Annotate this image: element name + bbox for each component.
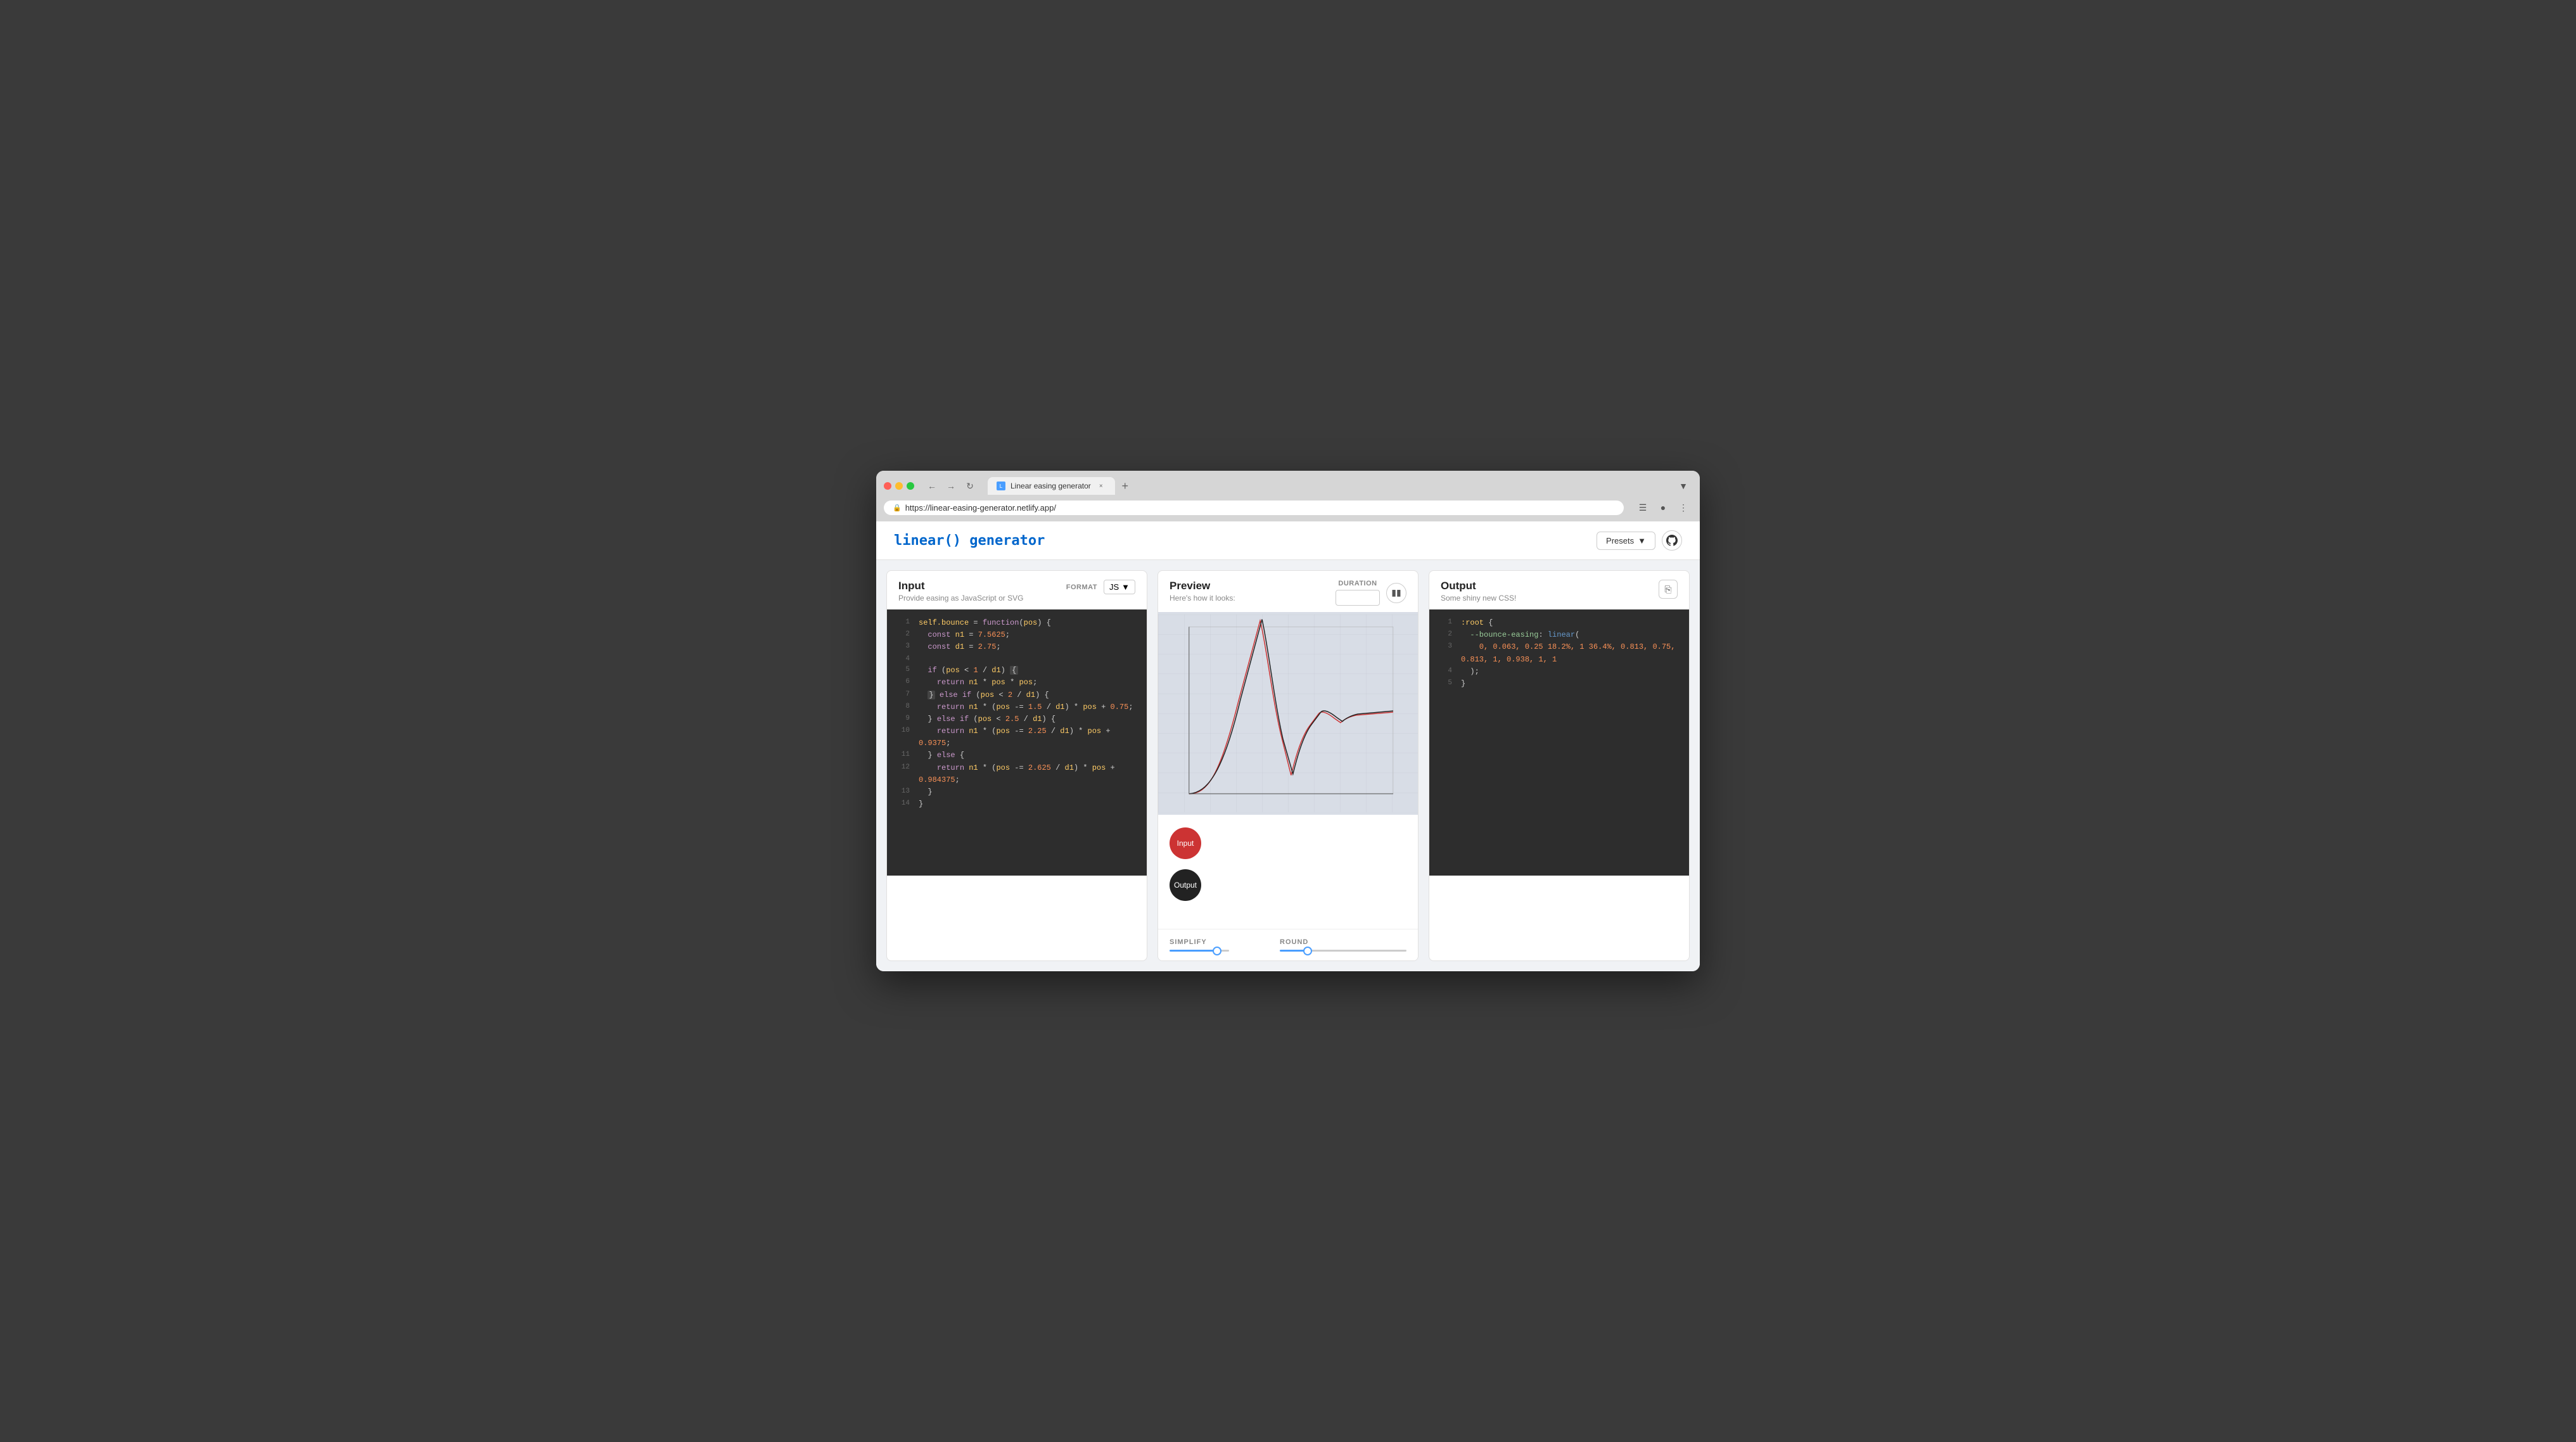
preview-actions: DURATION 1,333 ▮▮ [1336,580,1406,606]
chevron-down-icon: ▼ [1638,536,1646,546]
app-header: linear() generator Presets ▼ [876,521,1700,560]
menu-button[interactable]: ⋮ [1674,499,1692,516]
code-line-6: 6 return n1 * pos * pos; [887,677,1147,689]
maximize-button[interactable] [907,482,914,490]
code-line-8: 8 return n1 * (pos -= 1.5 / d1) * pos + … [887,701,1147,713]
preview-animation: Input Output [1158,815,1418,929]
output-panel-header: Output Some shiny new CSS! ⎘ [1429,571,1689,609]
output-line-2: 2 --bounce-easing: linear( [1429,629,1689,641]
extensions-icon[interactable]: ▼ [1674,477,1692,495]
address-bar[interactable]: 🔒 https://linear-easing-generator.netlif… [884,501,1624,515]
refresh-button[interactable]: ↻ [962,478,978,494]
output-panel-subtitle: Some shiny new CSS! [1441,594,1516,603]
toolbar-actions: ☰ ● ⋮ [1634,499,1692,516]
simplify-label: SIMPLIFY [1170,938,1229,946]
copy-button[interactable]: ⎘ [1659,580,1678,599]
github-button[interactable] [1662,530,1682,551]
round-label: ROUND [1280,938,1406,946]
lock-icon: 🔒 [893,504,902,512]
chart-area [1158,612,1418,815]
tab-title: Linear easing generator [1011,482,1091,490]
extensions-button[interactable]: ☰ [1634,499,1652,516]
minimize-button[interactable] [895,482,903,490]
close-button[interactable] [884,482,891,490]
code-line-14: 14 } [887,798,1147,810]
duration-input[interactable]: 1,333 [1336,590,1380,606]
active-tab[interactable]: L Linear easing generator × [988,477,1115,495]
preview-panel: Preview Here's how it looks: DURATION 1,… [1157,570,1419,961]
output-panel: Output Some shiny new CSS! ⎘ 1 :root { 2… [1429,570,1690,961]
browser-nav: ← → ↻ [924,478,978,494]
code-line-9: 9 } else if (pos < 2.5 / d1) { [887,713,1147,725]
app-content: linear() generator Presets ▼ Inpu [876,521,1700,971]
input-panel: Input Provide easing as JavaScript or SV… [886,570,1147,961]
format-select[interactable]: JS ▼ [1104,580,1135,594]
code-line-4: 4 [887,654,1147,665]
code-line-13: 13 } [887,786,1147,798]
output-code: 1 :root { 2 --bounce-easing: linear( 3 0… [1429,609,1689,876]
traffic-lights [884,482,914,490]
format-value: JS [1109,582,1119,592]
input-panel-title-area: Input Provide easing as JavaScript or SV… [898,580,1023,603]
browser-controls: ← → ↻ L Linear easing generator × + ▼ [884,477,1692,495]
code-line-11: 11 } else { [887,750,1147,762]
duration-group: DURATION 1,333 [1336,580,1380,606]
output-line-1: 1 :root { [1429,617,1689,629]
tab-close-button[interactable]: × [1096,481,1106,491]
input-panel-title: Input [898,580,1023,592]
app-logo: linear() generator [894,533,1045,549]
main-panels: Input Provide easing as JavaScript or SV… [876,560,1700,971]
browser-actions: ▼ [1674,477,1692,495]
input-panel-actions: FORMAT JS ▼ [1066,580,1135,594]
code-line-3: 3 const d1 = 2.75; [887,641,1147,653]
github-icon [1666,535,1678,546]
input-panel-header: Input Provide easing as JavaScript or SV… [887,571,1147,609]
back-button[interactable]: ← [924,478,940,494]
output-panel-title: Output [1441,580,1516,592]
round-slider[interactable] [1280,950,1406,952]
header-right: Presets ▼ [1597,530,1682,551]
round-group: ROUND [1280,938,1406,952]
code-line-10: 10 return n1 * (pos -= 2.25 / d1) * pos … [887,725,1147,750]
copy-icon: ⎘ [1664,584,1671,595]
code-line-7: 7 } else if (pos < 2 / d1) { [887,689,1147,701]
browser-titlebar: ← → ↻ L Linear easing generator × + ▼ [876,471,1700,495]
preview-title: Preview [1170,580,1235,592]
presets-label: Presets [1606,536,1634,546]
format-chevron-icon: ▼ [1121,582,1130,592]
preview-title-area: Preview Here's how it looks: [1170,580,1235,603]
output-line-3: 3 0, 0.063, 0.25 18.2%, 1 36.4%, 0.813, … [1429,641,1689,665]
code-line-1: 1 self.bounce = function(pos) { [887,617,1147,629]
input-panel-subtitle: Provide easing as JavaScript or SVG [898,594,1023,603]
tab-favicon: L [997,482,1005,490]
new-tab-button[interactable]: + [1116,477,1134,495]
preview-subtitle: Here's how it looks: [1170,594,1235,603]
profile-icon[interactable]: ● [1654,499,1672,516]
output-line-5: 5 } [1429,678,1689,690]
code-line-5: 5 if (pos < 1 / d1) { [887,665,1147,677]
presets-button[interactable]: Presets ▼ [1597,532,1655,550]
output-ball: Output [1170,869,1201,901]
browser-window: ← → ↻ L Linear easing generator × + ▼ 🔒 … [876,471,1700,971]
code-line-2: 2 const n1 = 7.5625; [887,629,1147,641]
sliders-row: SIMPLIFY ROUND [1158,929,1418,960]
code-line-12: 12 return n1 * (pos -= 2.625 / d1) * pos… [887,762,1147,786]
tab-bar: L Linear easing generator × + [988,477,1664,495]
pause-icon: ▮▮ [1391,587,1401,598]
url-text: https://linear-easing-generator.netlify.… [905,503,1056,513]
simplify-group: SIMPLIFY [1170,938,1229,952]
forward-button[interactable]: → [943,478,959,494]
code-editor[interactable]: 1 self.bounce = function(pos) { 2 const … [887,609,1147,876]
address-bar-row: 🔒 https://linear-easing-generator.netlif… [876,495,1700,521]
duration-label: DURATION [1338,580,1377,587]
preview-header: Preview Here's how it looks: DURATION 1,… [1158,571,1418,612]
play-pause-button[interactable]: ▮▮ [1386,583,1406,603]
format-label: FORMAT [1066,584,1097,591]
output-title-area: Output Some shiny new CSS! [1441,580,1516,603]
simplify-slider[interactable] [1170,950,1229,952]
output-line-4: 4 ); [1429,666,1689,678]
easing-curve-svg [1158,612,1418,815]
input-ball: Input [1170,827,1201,859]
